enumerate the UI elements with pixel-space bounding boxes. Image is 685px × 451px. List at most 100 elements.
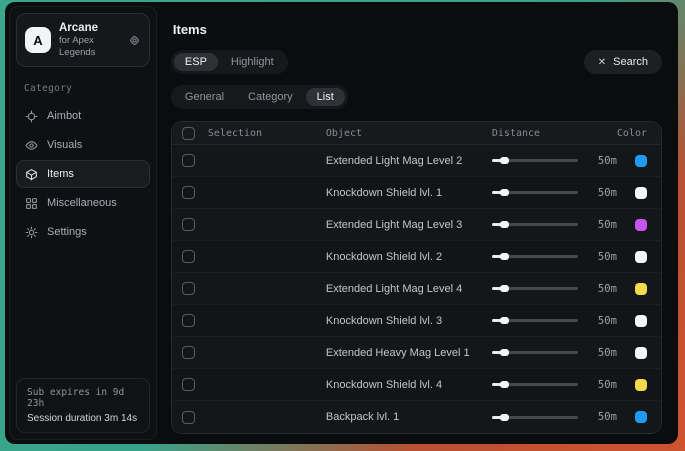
tab-general[interactable]: General <box>174 88 235 106</box>
slider-thumb[interactable] <box>500 414 509 421</box>
sidebar-item-items[interactable]: Items <box>16 160 150 188</box>
sidebar-item-aimbot[interactable]: Aimbot <box>16 102 150 130</box>
object-name: Backpack lvl. 1 <box>326 411 492 423</box>
distance-value: 50m <box>598 251 617 263</box>
color-cell <box>617 315 651 327</box>
sidebar-item-settings[interactable]: Settings <box>16 218 150 246</box>
distance-cell: 50m <box>492 347 617 359</box>
slider-thumb[interactable] <box>500 381 509 388</box>
distance-value: 50m <box>598 411 617 423</box>
color-swatch[interactable] <box>635 283 647 295</box>
distance-value: 50m <box>598 219 617 231</box>
row-checkbox[interactable] <box>182 314 195 327</box>
table-row: Extended Heavy Mag Level 1 50m <box>172 337 661 369</box>
tab-highlight[interactable]: Highlight <box>220 53 285 71</box>
distance-cell: 50m <box>492 155 617 167</box>
distance-cell: 50m <box>492 283 617 295</box>
app-logo: A <box>25 27 51 53</box>
row-checkbox[interactable] <box>182 218 195 231</box>
distance-cell: 50m <box>492 187 617 199</box>
tab-esp[interactable]: ESP <box>174 53 218 71</box>
row-checkbox[interactable] <box>182 378 195 391</box>
sidebar-item-miscellaneous[interactable]: Miscellaneous <box>16 189 150 217</box>
session-duration-text: Session duration 3m 14s <box>27 413 139 424</box>
object-name: Knockdown Shield lvl. 2 <box>326 251 492 263</box>
color-cell <box>617 347 651 359</box>
slider-thumb[interactable] <box>500 253 509 260</box>
color-cell <box>617 283 651 295</box>
table-row: Knockdown Shield lvl. 2 50m <box>172 241 661 273</box>
color-cell <box>617 187 651 199</box>
mode-tabs: ESP Highlight <box>171 50 288 74</box>
row-checkbox[interactable] <box>182 154 195 167</box>
distance-value: 50m <box>598 315 617 327</box>
page-title: Items <box>173 22 662 37</box>
color-cell <box>617 251 651 263</box>
color-swatch[interactable] <box>635 379 647 391</box>
sub-expiry-text: Sub expires in 9d 23h <box>27 387 139 409</box>
distance-slider[interactable] <box>492 319 578 322</box>
distance-cell: 50m <box>492 219 617 231</box>
distance-slider[interactable] <box>492 191 578 194</box>
slider-thumb[interactable] <box>500 285 509 292</box>
session-info-card: Sub expires in 9d 23h Session duration 3… <box>16 378 150 433</box>
gear-icon <box>25 226 38 239</box>
row-checkbox[interactable] <box>182 282 195 295</box>
distance-value: 50m <box>598 187 617 199</box>
slider-thumb[interactable] <box>500 317 509 324</box>
slider-thumb[interactable] <box>500 157 509 164</box>
slider-thumb[interactable] <box>500 221 509 228</box>
table-row: Knockdown Shield lvl. 4 50m <box>172 369 661 401</box>
distance-slider[interactable] <box>492 287 578 290</box>
crosshair-icon <box>25 110 38 123</box>
color-swatch[interactable] <box>635 411 647 423</box>
distance-slider[interactable] <box>492 383 578 386</box>
color-swatch[interactable] <box>635 347 647 359</box>
object-name: Extended Light Mag Level 4 <box>326 283 492 295</box>
table-row: Backpack lvl. 1 50m <box>172 401 661 433</box>
select-all-checkbox[interactable] <box>182 127 195 140</box>
column-header-object: Object <box>326 128 492 139</box>
color-swatch[interactable] <box>635 219 647 231</box>
row-checkbox[interactable] <box>182 186 195 199</box>
sidebar-item-visuals[interactable]: Visuals <box>16 131 150 159</box>
view-tabs: General Category List <box>171 85 348 109</box>
app-window: A Arcane for Apex Legends Category Aimbo… <box>5 2 678 444</box>
distance-slider[interactable] <box>492 351 578 354</box>
distance-slider[interactable] <box>492 223 578 226</box>
target-icon[interactable] <box>128 34 141 47</box>
column-header-selection: Selection <box>208 128 326 139</box>
app-name: Arcane <box>59 21 120 35</box>
sidebar-item-label: Items <box>47 168 74 180</box>
object-name: Knockdown Shield lvl. 1 <box>326 187 492 199</box>
table-body: Extended Light Mag Level 2 50m Knockdown… <box>172 145 661 433</box>
color-swatch[interactable] <box>635 187 647 199</box>
tab-list[interactable]: List <box>306 88 345 106</box>
category-label: Category <box>24 83 150 94</box>
object-name: Extended Light Mag Level 2 <box>326 155 492 167</box>
row-checkbox[interactable] <box>182 250 195 263</box>
distance-value: 50m <box>598 283 617 295</box>
main-content: Items ESP Highlight ✕ Search General Cat… <box>159 6 674 440</box>
color-swatch[interactable] <box>635 315 647 327</box>
slider-thumb[interactable] <box>500 349 509 356</box>
color-swatch[interactable] <box>635 155 647 167</box>
slider-thumb[interactable] <box>500 189 509 196</box>
table-row: Extended Light Mag Level 2 50m <box>172 145 661 177</box>
row-checkbox[interactable] <box>182 411 195 424</box>
app-subtitle: for Apex Legends <box>59 35 120 59</box>
row-checkbox[interactable] <box>182 346 195 359</box>
distance-slider[interactable] <box>492 159 578 162</box>
column-header-distance: Distance <box>492 128 617 139</box>
table-row: Knockdown Shield lvl. 3 50m <box>172 305 661 337</box>
distance-slider[interactable] <box>492 416 578 419</box>
search-button[interactable]: ✕ Search <box>584 50 662 74</box>
table-row: Extended Light Mag Level 3 50m <box>172 209 661 241</box>
x-icon: ✕ <box>598 57 606 68</box>
color-swatch[interactable] <box>635 251 647 263</box>
distance-cell: 50m <box>492 315 617 327</box>
distance-slider[interactable] <box>492 255 578 258</box>
tab-category[interactable]: Category <box>237 88 304 106</box>
color-cell <box>617 379 651 391</box>
distance-cell: 50m <box>492 379 617 391</box>
